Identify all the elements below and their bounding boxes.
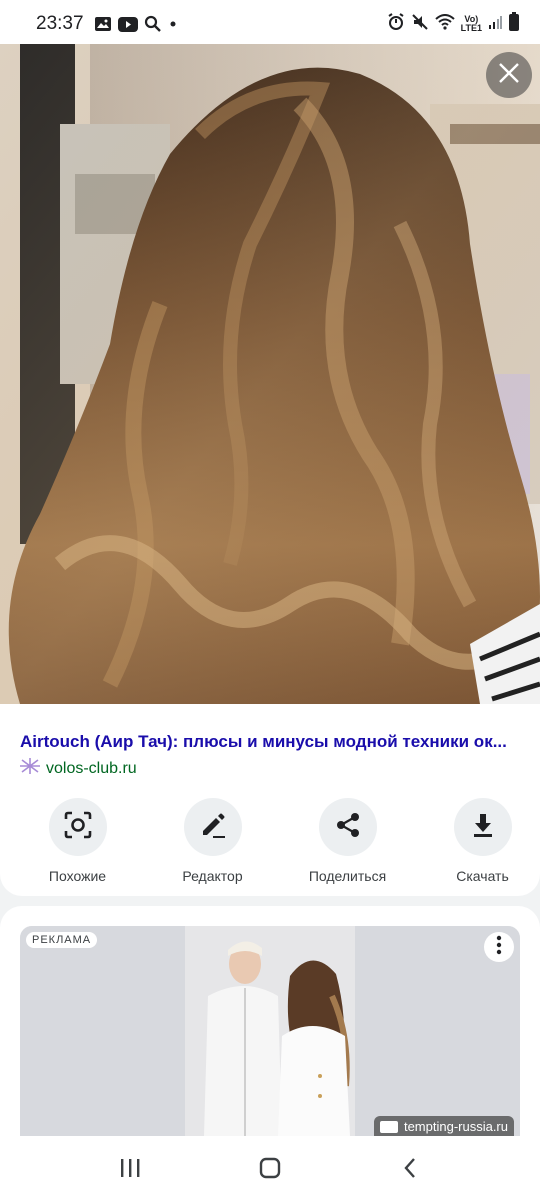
- download-button[interactable]: Скачать: [425, 798, 540, 884]
- image-icon: [94, 16, 112, 32]
- home-button[interactable]: [240, 1145, 300, 1195]
- ad-source-text: tempting-russia.ru: [403, 1119, 508, 1134]
- ad-source-chip[interactable]: tempting-russia.ru: [373, 1116, 514, 1136]
- result-title[interactable]: Airtouch (Аир Тач): плюсы и минусы модно…: [20, 732, 520, 752]
- download-icon: [469, 811, 497, 844]
- home-icon: [259, 1157, 281, 1184]
- close-icon: [497, 61, 521, 90]
- action-row: Похожие Редактор Поделиться Скачать: [0, 798, 540, 884]
- source-name[interactable]: volos-club.ru: [46, 760, 137, 778]
- share-button[interactable]: Поделиться: [290, 798, 405, 884]
- share-icon: [334, 811, 362, 844]
- status-time: 23:37: [36, 13, 84, 34]
- ad-image[interactable]: РЕКЛАМА tempting-russia.ru: [20, 926, 520, 1136]
- hair-photo: [0, 44, 540, 704]
- lens-icon: [63, 810, 93, 845]
- ad-source-icon: [379, 1120, 398, 1133]
- pencil-icon: [199, 811, 227, 844]
- back-button[interactable]: [380, 1145, 440, 1195]
- download-label: Скачать: [456, 868, 509, 884]
- search-icon: [144, 15, 162, 33]
- image-viewer[interactable]: [0, 44, 540, 704]
- ad-menu-button[interactable]: [484, 932, 514, 962]
- dot-icon: [168, 19, 178, 29]
- ad-photo: [20, 926, 520, 1136]
- ad-card: РЕКЛАМА tempting-russia.ru: [0, 906, 540, 1146]
- more-vert-icon: [496, 935, 502, 960]
- status-bar: 23:37 Vo) LTE1: [0, 0, 540, 48]
- battery-icon: [508, 11, 520, 37]
- recents-icon: [119, 1158, 141, 1183]
- ad-badge: РЕКЛАМА: [26, 932, 98, 948]
- alarm-icon: [387, 12, 405, 36]
- system-nav-bar: [0, 1140, 540, 1200]
- editor-label: Редактор: [182, 868, 243, 884]
- close-button[interactable]: [486, 52, 532, 98]
- similar-label: Похожие: [48, 868, 107, 884]
- wifi-icon: [434, 13, 455, 35]
- result-info-card: Airtouch (Аир Тач): плюсы и минусы модно…: [0, 704, 540, 896]
- back-icon: [402, 1157, 418, 1184]
- similar-button[interactable]: Похожие: [20, 798, 135, 884]
- signal-icon: [488, 14, 502, 35]
- share-label: Поделиться: [308, 868, 387, 884]
- editor-button[interactable]: Редактор: [155, 798, 270, 884]
- status-right: Vo) LTE1: [387, 11, 520, 37]
- youtube-icon: [117, 16, 138, 32]
- network-label: Vo) LTE1: [460, 14, 482, 33]
- site-favicon-icon: [20, 758, 40, 779]
- source-row[interactable]: volos-club.ru: [20, 758, 137, 779]
- mute-icon: [411, 13, 429, 36]
- recents-button[interactable]: [100, 1145, 160, 1195]
